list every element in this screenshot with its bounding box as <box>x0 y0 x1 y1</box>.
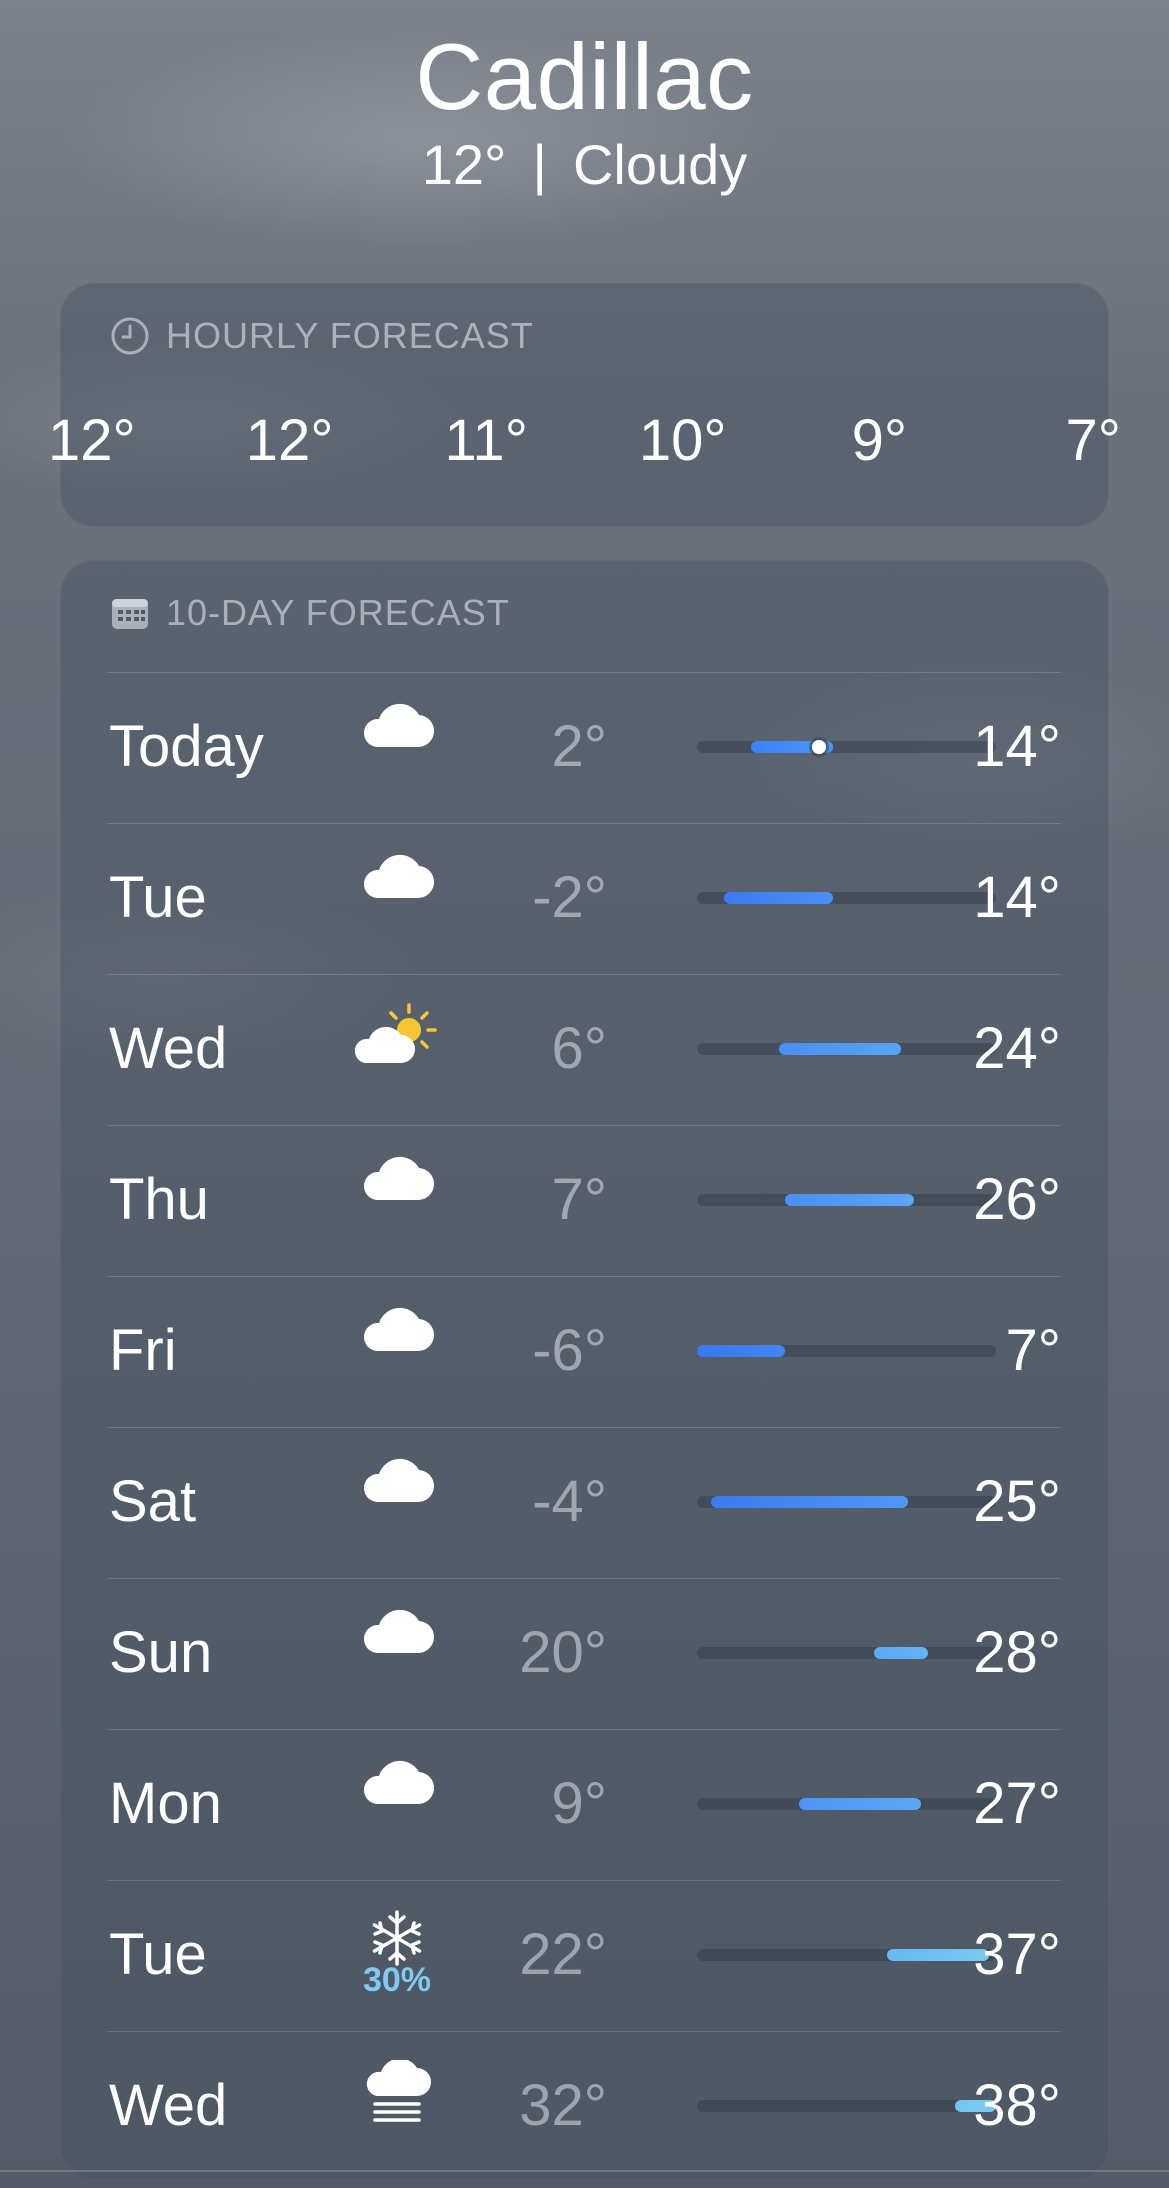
location-header: Cadillac 12° | Cloudy <box>0 24 1169 198</box>
divider <box>0 2170 1169 2172</box>
high-temp: 28° <box>973 1620 1061 1685</box>
current-conditions: 12° | Cloudy <box>0 132 1169 198</box>
day-row[interactable]: Wed 6° 24° <box>107 974 1061 1126</box>
day-name: Today <box>109 714 264 779</box>
day-row[interactable]: Tue 30% 22° 37° <box>107 1880 1061 2032</box>
hour-temp: 12° <box>48 408 136 473</box>
cloud-icon <box>347 1607 447 1707</box>
cloud-icon <box>347 701 447 801</box>
low-temp: -6° <box>532 1318 607 1383</box>
temp-range-bar <box>697 1345 786 1357</box>
high-temp: 24° <box>973 1016 1061 1081</box>
cloud-icon <box>347 852 447 952</box>
day-name: Tue <box>109 865 207 930</box>
hour-temp: 10° <box>638 408 727 473</box>
high-temp: 14° <box>973 865 1061 930</box>
calendar-icon <box>110 595 150 631</box>
separator: | <box>532 133 547 196</box>
temp-range-bar <box>724 892 833 904</box>
low-temp: 6° <box>551 1016 607 1081</box>
day-name: Thu <box>109 1167 209 1232</box>
cloud-icon <box>347 1154 447 1254</box>
hour-temp: 11° <box>444 408 528 473</box>
day-row[interactable]: Wed 32° 38° <box>107 2031 1061 2183</box>
day-row[interactable]: Today 2° 14° <box>107 672 1061 824</box>
low-temp: 32° <box>519 2073 607 2138</box>
day-row[interactable]: Sat -4° 25° <box>107 1427 1061 1579</box>
temp-range-track <box>697 1949 996 1961</box>
low-temp: 22° <box>519 1922 607 1987</box>
day-row[interactable]: Fri -6° 7° <box>107 1276 1061 1428</box>
fog-icon <box>347 2060 447 2160</box>
low-temp: 9° <box>551 1771 607 1836</box>
temp-range-track <box>697 1194 996 1206</box>
temp-range-bar <box>778 1043 901 1055</box>
temp-range-bar <box>785 1194 915 1206</box>
temp-range-track <box>697 740 996 754</box>
high-temp: 25° <box>973 1469 1061 1534</box>
temp-range-track <box>697 1345 996 1357</box>
hour-temp: 9° <box>851 408 908 473</box>
high-temp: 37° <box>973 1922 1061 1987</box>
temp-range-track <box>697 1798 996 1810</box>
temp-range-bar <box>710 1496 908 1508</box>
day-row[interactable]: Tue -2° 14° <box>107 823 1061 975</box>
precip-chance: 30% <box>362 1961 432 1999</box>
high-temp: 38° <box>973 2073 1061 2138</box>
high-temp: 27° <box>973 1771 1061 1836</box>
cloud-icon <box>347 1456 447 1556</box>
temp-range-track <box>697 2100 996 2112</box>
hourly-forecast-header: HOURLY FORECAST <box>110 315 534 357</box>
hour-temp: 7° <box>1065 408 1121 473</box>
temp-range-track <box>697 892 996 904</box>
low-temp: 2° <box>551 714 607 779</box>
temp-range-track <box>697 1496 996 1508</box>
hourly-forecast-card[interactable]: HOURLY FORECAST <box>60 283 1109 527</box>
temp-range-bar <box>798 1798 922 1810</box>
partly-sunny-icon <box>347 1003 447 1103</box>
city-name: Cadillac <box>415 24 754 129</box>
day-name: Mon <box>109 1771 222 1836</box>
ten-day-forecast-header: 10-DAY FORECAST <box>110 592 510 634</box>
cloud-icon <box>347 1758 447 1858</box>
high-temp: 7° <box>1005 1318 1061 1383</box>
low-temp: -4° <box>532 1469 607 1534</box>
low-temp: 20° <box>519 1620 607 1685</box>
day-name: Fri <box>109 1318 177 1383</box>
low-temp: -2° <box>532 865 607 930</box>
day-name: Wed <box>109 2073 228 2138</box>
snowflake-icon: 30% <box>347 1909 447 2009</box>
day-row[interactable]: Mon 9° 27° <box>107 1729 1061 1881</box>
day-name: Tue <box>109 1922 207 1987</box>
current-condition: Cloudy <box>572 133 748 196</box>
day-row[interactable]: Sun 20° 28° <box>107 1578 1061 1730</box>
day-name: Sun <box>109 1620 213 1685</box>
day-name: Sat <box>109 1469 197 1534</box>
low-temp: 7° <box>551 1167 607 1232</box>
temp-range-bar <box>873 1647 929 1659</box>
cloud-icon <box>347 1305 447 1405</box>
high-temp: 26° <box>973 1167 1061 1232</box>
temp-range-track <box>697 1043 996 1055</box>
hourly-forecast-title: HOURLY FORECAST <box>166 315 534 356</box>
high-temp: 14° <box>973 714 1061 779</box>
day-row[interactable]: Thu 7° 26° <box>107 1125 1061 1277</box>
ten-day-forecast-title: 10-DAY FORECAST <box>166 592 510 633</box>
ten-day-forecast-card[interactable]: 10-DAY FORECAST Today 2° 14° Tue -2° 14° Wed 6°… <box>60 560 1109 2180</box>
current-temp: 12° <box>421 133 507 196</box>
hour-temp: 12° <box>245 408 334 473</box>
hourly-temps: 12° 12° 11° 10° 9° 7° <box>48 408 1121 474</box>
temp-range-track <box>697 1647 996 1659</box>
day-name: Wed <box>109 1016 228 1081</box>
clock-icon <box>110 316 150 356</box>
